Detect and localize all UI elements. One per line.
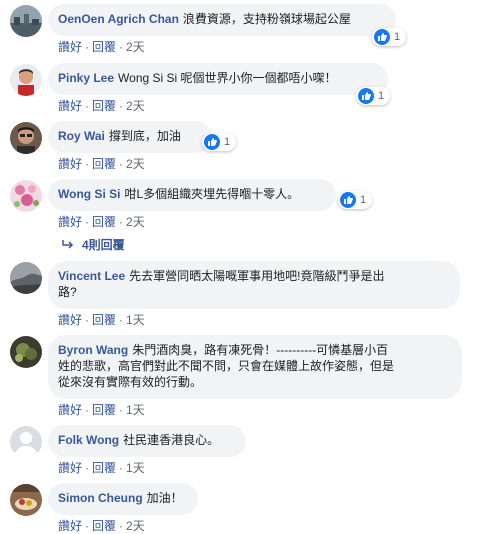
separator: · <box>85 99 90 113</box>
comment-time[interactable]: 2天 <box>126 215 145 229</box>
reply-link[interactable]: 回覆 <box>92 313 116 327</box>
like-link[interactable]: 讚好 <box>58 215 82 229</box>
avatar[interactable] <box>10 262 42 294</box>
reply-link[interactable]: 回覆 <box>92 40 116 54</box>
comment-text-line: 朱門酒肉臭，路有凍死骨！----------可憐基層小百 <box>132 343 389 357</box>
comment-time[interactable]: 1天 <box>126 313 145 327</box>
comment-author[interactable]: Vincent Lee <box>58 269 125 283</box>
comment-bubble: Pinky Lee Wong Si Si 呢個世界小你一個都唔小㗎！ <box>48 63 388 95</box>
comment-text-line: 先去軍營同晒太陽嘅軍事用地吧!竟階級鬥爭是出 <box>129 269 385 283</box>
comment-text: 浪費資源，支持粉嶺球場起公屋 <box>182 12 351 26</box>
comment-time[interactable]: 1天 <box>126 403 145 417</box>
separator: · <box>85 403 90 417</box>
separator: · <box>119 313 124 327</box>
like-link[interactable]: 讚好 <box>58 40 82 54</box>
like-icon <box>204 134 220 150</box>
avatar[interactable] <box>10 336 42 368</box>
like-link[interactable]: 讚好 <box>58 313 82 327</box>
comment-text-line: 姓的悲歌，高官們對此不聞不問，只會在媒體上故作姿態，但是 <box>58 359 395 373</box>
comment-actions: 讚好 · 回覆 · 2天 <box>58 213 145 230</box>
avatar[interactable] <box>10 64 42 96</box>
reply-link[interactable]: 回覆 <box>92 461 116 475</box>
reaction-badge[interactable]: 1 <box>338 191 373 209</box>
reaction-count: 1 <box>378 90 385 102</box>
reply-link[interactable]: 回覆 <box>92 157 116 171</box>
separator: · <box>85 157 90 171</box>
reaction-badge[interactable]: 1 <box>356 87 391 105</box>
comment-actions: 讚好 · 回覆 · 2天 <box>58 97 145 114</box>
comment-actions: 讚好 · 回覆 · 2天 <box>58 38 145 55</box>
comment-bubble: Simon Cheung 加油！ <box>48 483 198 515</box>
like-icon <box>340 192 356 208</box>
like-link[interactable]: 讚好 <box>58 461 82 475</box>
comment-text: 社民連香港良心。 <box>123 433 220 447</box>
separator: · <box>85 461 90 475</box>
comment-text-line: 路? <box>58 285 77 299</box>
separator: · <box>85 519 90 533</box>
avatar[interactable] <box>10 426 42 458</box>
reply-link[interactable]: 回覆 <box>92 99 116 113</box>
comment-time[interactable]: 2天 <box>126 40 145 54</box>
like-link[interactable]: 讚好 <box>58 519 82 533</box>
comment-bubble: Vincent Lee 先去軍營同晒太陽嘅軍事用地吧!竟階級鬥爭是出 路? <box>48 261 460 309</box>
comment-author[interactable]: Pinky Lee <box>58 71 114 85</box>
reply-link[interactable]: 回覆 <box>92 403 116 417</box>
reaction-badge[interactable]: 1 <box>372 28 407 46</box>
comment-time[interactable]: 1天 <box>126 461 145 475</box>
separator: · <box>119 215 124 229</box>
like-link[interactable]: 讚好 <box>58 403 82 417</box>
comment-actions: 讚好 · 回覆 · 1天 <box>58 311 145 328</box>
separator: · <box>85 40 90 54</box>
comment-actions: 讚好 · 回覆 · 1天 <box>58 401 145 418</box>
reply-arrow-icon <box>62 239 74 249</box>
avatar[interactable] <box>10 180 42 212</box>
reaction-count: 1 <box>394 31 401 43</box>
replies-count: 4則回覆 <box>82 238 125 252</box>
view-replies-link[interactable]: 4則回覆 <box>62 236 125 253</box>
comment-text: 撐到底，加油 <box>108 129 181 143</box>
comment-author[interactable]: Folk Wong <box>58 433 119 447</box>
comment-actions: 讚好 · 回覆 · 2天 <box>58 517 145 534</box>
comment-bubble: Wong Si Si 咁L多個組織夾埋先得嗰十零人。 <box>48 179 336 211</box>
comment-time[interactable]: 2天 <box>126 157 145 171</box>
avatar[interactable] <box>10 484 42 516</box>
reaction-count: 1 <box>224 136 231 148</box>
comment-text: 加油！ <box>146 491 183 505</box>
avatar[interactable] <box>10 122 42 154</box>
comment-bubble: Roy Wai 撐到底，加油 <box>48 121 212 153</box>
like-link[interactable]: 讚好 <box>58 99 82 113</box>
comment-actions: 讚好 · 回覆 · 2天 <box>58 155 145 172</box>
comment-text: 咁L多個組織夾埋先得嗰十零人。 <box>124 187 300 201</box>
like-icon <box>374 29 390 45</box>
comment-bubble: Byron Wang 朱門酒肉臭，路有凍死骨！----------可憐基層小百 姓… <box>48 335 462 399</box>
separator: · <box>119 461 124 475</box>
comment-time[interactable]: 2天 <box>126 519 145 533</box>
comment-author[interactable]: OenOen Agrich Chan <box>58 12 179 26</box>
comment-author[interactable]: Wong Si Si <box>58 187 120 201</box>
comment-author[interactable]: Simon Cheung <box>58 491 143 505</box>
comment-text: Wong Si Si 呢個世界小你一個都唔小㗎！ <box>118 71 337 85</box>
reaction-badge[interactable]: 1 <box>202 133 237 151</box>
comment-author[interactable]: Byron Wang <box>58 343 128 357</box>
comment-text-line: 從來沒有實際有效的行動。 <box>58 375 203 389</box>
comment-time[interactable]: 2天 <box>126 99 145 113</box>
comment-bubble: OenOen Agrich Chan 浪費資源，支持粉嶺球場起公屋 <box>48 4 396 36</box>
separator: · <box>119 99 124 113</box>
like-icon <box>358 88 374 104</box>
like-link[interactable]: 讚好 <box>58 157 82 171</box>
comment-actions: 讚好 · 回覆 · 1天 <box>58 459 145 476</box>
comment-author[interactable]: Roy Wai <box>58 129 105 143</box>
avatar[interactable] <box>10 5 42 37</box>
separator: · <box>119 40 124 54</box>
separator: · <box>119 519 124 533</box>
reply-link[interactable]: 回覆 <box>92 215 116 229</box>
separator: · <box>85 313 90 327</box>
separator: · <box>119 157 124 171</box>
reaction-count: 1 <box>360 194 367 206</box>
separator: · <box>85 215 90 229</box>
comment-bubble: Folk Wong 社民連香港良心。 <box>48 425 246 457</box>
reply-link[interactable]: 回覆 <box>92 519 116 533</box>
separator: · <box>119 403 124 417</box>
